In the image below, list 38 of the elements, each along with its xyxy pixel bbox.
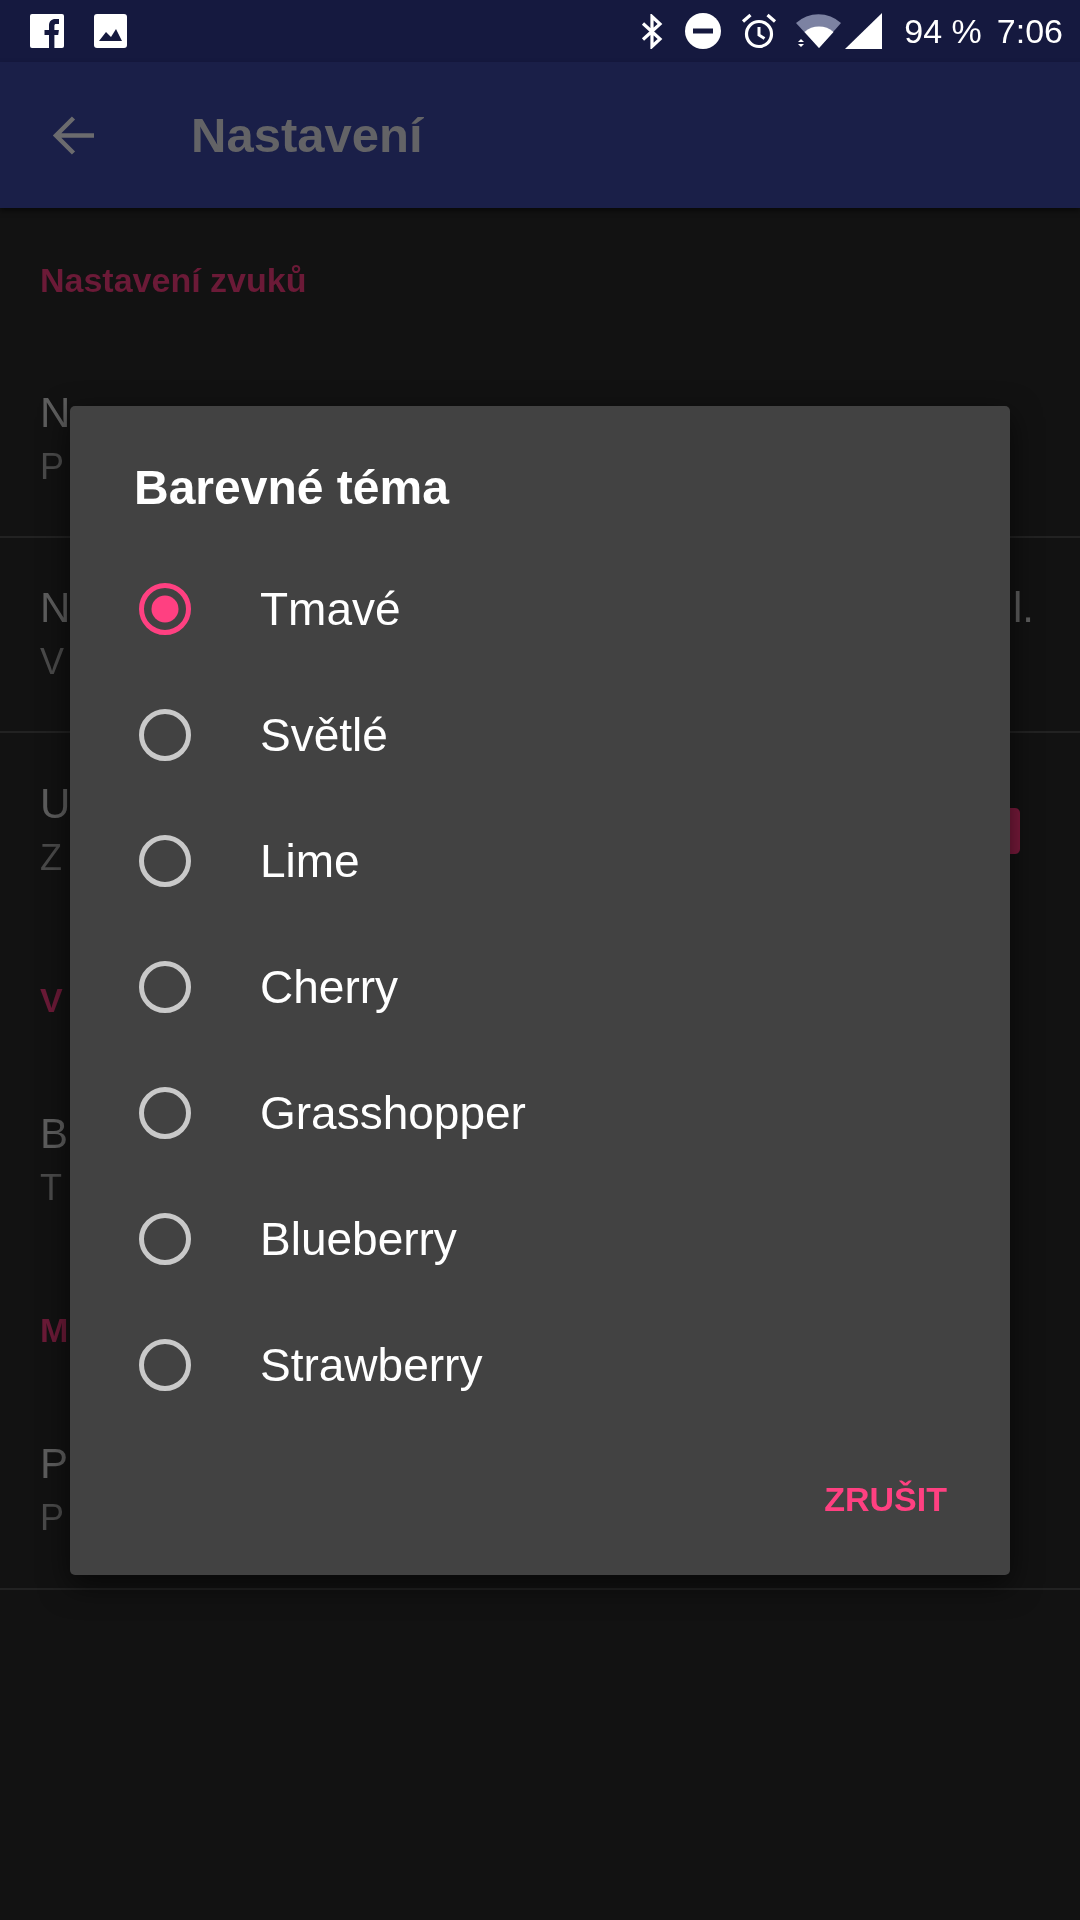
section-header: M — [40, 1309, 69, 1350]
do-not-disturb-icon — [685, 13, 722, 49]
image-icon — [94, 14, 127, 48]
radio-button[interactable] — [139, 1087, 191, 1139]
radio-button[interactable] — [139, 709, 191, 761]
option-label[interactable]: Strawberry — [260, 1337, 483, 1393]
signal-icon — [845, 13, 883, 49]
back-arrow-icon — [52, 114, 95, 156]
option-label[interactable]: Světlé — [260, 707, 388, 763]
setting-summary: V — [40, 640, 64, 682]
clock-time: 7:06 — [996, 11, 1063, 51]
dialog-title: Barevné téma — [133, 460, 449, 516]
alarm-clock-icon — [741, 13, 778, 49]
setting-title: l. — [1013, 582, 1034, 633]
radio-button[interactable] — [139, 835, 191, 887]
setting-title: U — [40, 778, 71, 829]
screen-title: Nastavení — [191, 107, 423, 164]
setting-title: P — [40, 1438, 68, 1489]
option-label[interactable]: Lime — [260, 833, 360, 889]
logo-icon — [30, 14, 64, 48]
back-button[interactable] — [52, 114, 95, 156]
setting-title: N — [40, 582, 71, 633]
checkbox[interactable] — [1010, 807, 1020, 854]
option-label[interactable]: Blueberry — [260, 1211, 457, 1267]
section-header: V — [40, 979, 63, 1020]
radio-button[interactable] — [139, 1213, 191, 1265]
radio-button[interactable] — [139, 961, 191, 1013]
section-header: Nastavení zvuků — [40, 259, 307, 300]
setting-title: B — [40, 1108, 68, 1159]
option-label[interactable]: Cherry — [260, 959, 399, 1015]
option-label[interactable]: Tmavé — [260, 581, 401, 637]
wifi-icon — [794, 13, 842, 49]
setting-title: N — [40, 387, 71, 438]
radio-button[interactable] — [139, 583, 191, 635]
radio-button[interactable] — [139, 1339, 191, 1391]
battery-level: 94 % — [904, 11, 982, 51]
option-label[interactable]: Grasshopper — [260, 1085, 526, 1141]
setting-summary: T — [40, 1166, 62, 1208]
